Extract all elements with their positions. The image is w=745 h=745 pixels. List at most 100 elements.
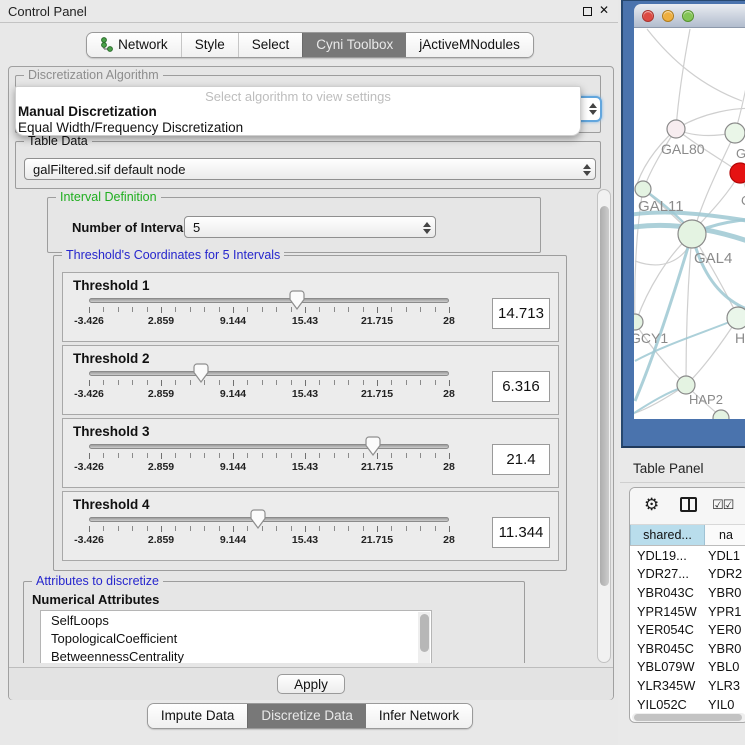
- slider-ticks: [89, 380, 449, 386]
- table-hscrollbar[interactable]: [632, 713, 745, 722]
- network-node[interactable]: [727, 307, 745, 329]
- algorithm-option-equal-width[interactable]: Equal Width/Frequency Discretization: [16, 120, 580, 136]
- numerical-attributes-list[interactable]: SelfLoopsTopologicalCoefficientBetweenne…: [40, 610, 432, 663]
- network-edge[interactable]: [676, 29, 690, 129]
- slider-thumb[interactable]: [289, 290, 305, 310]
- network-edge[interactable]: [647, 29, 742, 101]
- table-row[interactable]: YDR27...YDR2: [630, 565, 745, 584]
- network-node[interactable]: [725, 123, 745, 143]
- table-row[interactable]: YBR043CYBR0: [630, 583, 745, 602]
- network-node[interactable]: [678, 220, 706, 248]
- slider-thumb[interactable]: [193, 363, 209, 383]
- threshold-slider[interactable]: -3.4262.8599.14415.4321.71528: [89, 492, 449, 562]
- tick-mark: [348, 526, 349, 531]
- tick-mark: [233, 453, 234, 459]
- settings-scrollbar-thumb[interactable]: [600, 206, 609, 586]
- name-cell: YBL0: [705, 659, 745, 674]
- slider-track[interactable]: [89, 298, 449, 303]
- tab-select[interactable]: Select: [238, 33, 303, 57]
- tab-label: Impute Data: [161, 708, 235, 723]
- table-row[interactable]: YIL052CYIL0: [630, 695, 745, 714]
- network-node[interactable]: [730, 163, 745, 183]
- attribute-item[interactable]: SelfLoops: [41, 611, 431, 629]
- float-icon[interactable]: [583, 7, 592, 16]
- network-window-titlebar[interactable]: [634, 4, 745, 28]
- slider-track[interactable]: [89, 444, 449, 449]
- axis-label: -3.426: [74, 388, 104, 400]
- tab-label: Network: [118, 37, 168, 52]
- zoom-traffic-light-icon[interactable]: [682, 10, 694, 22]
- tick-mark: [219, 526, 220, 531]
- numerical-attributes-items: SelfLoopsTopologicalCoefficientBetweenne…: [41, 611, 431, 663]
- axis-label: 15.43: [292, 315, 318, 327]
- table-row[interactable]: YDL19...YDL1: [630, 546, 745, 565]
- table-header-row: shared... na: [630, 525, 745, 546]
- slider-track[interactable]: [89, 517, 449, 522]
- node-label: GAL80: [661, 141, 705, 157]
- tab-infer-network[interactable]: Infer Network: [366, 704, 472, 728]
- tick-mark: [406, 453, 407, 458]
- close-traffic-light-icon[interactable]: [642, 10, 654, 22]
- gear-icon[interactable]: ⚙: [644, 495, 659, 515]
- tab-label: Select: [252, 37, 290, 52]
- shared-name-cell: YDL19...: [630, 548, 705, 563]
- tick-mark: [305, 526, 306, 532]
- table-hscrollbar-thumb[interactable]: [634, 714, 742, 721]
- threshold-value-field[interactable]: 21.4: [492, 444, 550, 475]
- apply-button[interactable]: Apply: [277, 674, 345, 694]
- table-row[interactable]: YPR145WYPR1: [630, 602, 745, 621]
- network-node[interactable]: [667, 120, 685, 138]
- minimize-traffic-light-icon[interactable]: [662, 10, 674, 22]
- tab-discretize-data[interactable]: Discretize Data: [247, 704, 366, 728]
- table-data-select[interactable]: galFiltered.sif default node: [24, 158, 596, 180]
- thresholds-group: Threshold's Coordinates for 5 Intervals …: [53, 255, 567, 571]
- network-edge[interactable]: [740, 173, 745, 261]
- table-row[interactable]: YLR345WYLR3: [630, 676, 745, 695]
- tab-cyni-toolbox[interactable]: Cyni Toolbox: [302, 33, 406, 57]
- tick-mark: [305, 453, 306, 459]
- tab-jactivemnodules[interactable]: jActiveMNodules: [406, 33, 533, 57]
- threshold-value-field[interactable]: 11.344: [492, 517, 550, 548]
- tab-network[interactable]: Network: [87, 33, 181, 57]
- attributes-scrollbar[interactable]: [418, 612, 430, 663]
- attribute-item[interactable]: TopologicalCoefficient: [41, 629, 431, 647]
- select-columns-checkboxes-icon[interactable]: ☑☑: [712, 497, 733, 513]
- tab-impute-data[interactable]: Impute Data: [148, 704, 248, 728]
- slider-thumb[interactable]: [250, 509, 266, 529]
- tab-style[interactable]: Style: [181, 33, 238, 57]
- settings-scrollbar[interactable]: [597, 189, 611, 663]
- attribute-item[interactable]: BetweennessCentrality: [41, 647, 431, 663]
- network-canvas[interactable]: GAL80GACGAL11GAL4GCY1HHAP2: [634, 28, 745, 419]
- table-row[interactable]: YBR045CYBR0: [630, 639, 745, 658]
- threshold-slider[interactable]: -3.4262.8599.14415.4321.71528: [89, 346, 449, 416]
- control-panel-title: Control Panel: [8, 4, 87, 19]
- network-view-window: GAL80GACGAL11GAL4GCY1HHAP2: [621, 0, 745, 448]
- shared-name-cell: YPR145W: [630, 604, 705, 619]
- tick-mark: [190, 307, 191, 312]
- columns-icon[interactable]: [680, 497, 697, 512]
- network-edge[interactable]: [644, 129, 676, 188]
- column-header-shared-name[interactable]: shared...: [630, 525, 705, 545]
- discretization-algorithm-title: Discretization Algorithm: [24, 68, 163, 82]
- number-of-intervals-select[interactable]: 5: [184, 216, 436, 238]
- network-edge[interactable]: [637, 234, 692, 319]
- attributes-scrollbar-thumb[interactable]: [420, 614, 429, 652]
- network-node[interactable]: [634, 314, 643, 330]
- threshold-slider[interactable]: -3.4262.8599.14415.4321.71528: [89, 273, 449, 343]
- close-icon[interactable]: ✕: [599, 3, 609, 17]
- slider-track[interactable]: [89, 371, 449, 376]
- threshold-value-field[interactable]: 6.316: [492, 371, 550, 402]
- column-header-name[interactable]: na: [705, 525, 745, 545]
- algorithm-option-manual[interactable]: Manual Discretization: [16, 104, 580, 120]
- tick-mark: [420, 526, 421, 531]
- network-node[interactable]: [635, 181, 651, 197]
- network-edge[interactable]: [735, 41, 745, 133]
- shared-name-cell: YBL079W: [630, 659, 705, 674]
- table-row[interactable]: YBL079WYBL0: [630, 658, 745, 677]
- threshold-value-field[interactable]: 14.713: [492, 298, 550, 329]
- combo-arrows-icon: [582, 162, 591, 178]
- table-row[interactable]: YER054CYER0: [630, 620, 745, 639]
- threshold-slider[interactable]: -3.4262.8599.14415.4321.71528: [89, 419, 449, 489]
- tab-group: Network Style Select Cyni ToolboxjActiveMNo…: [86, 32, 534, 58]
- slider-thumb[interactable]: [365, 436, 381, 456]
